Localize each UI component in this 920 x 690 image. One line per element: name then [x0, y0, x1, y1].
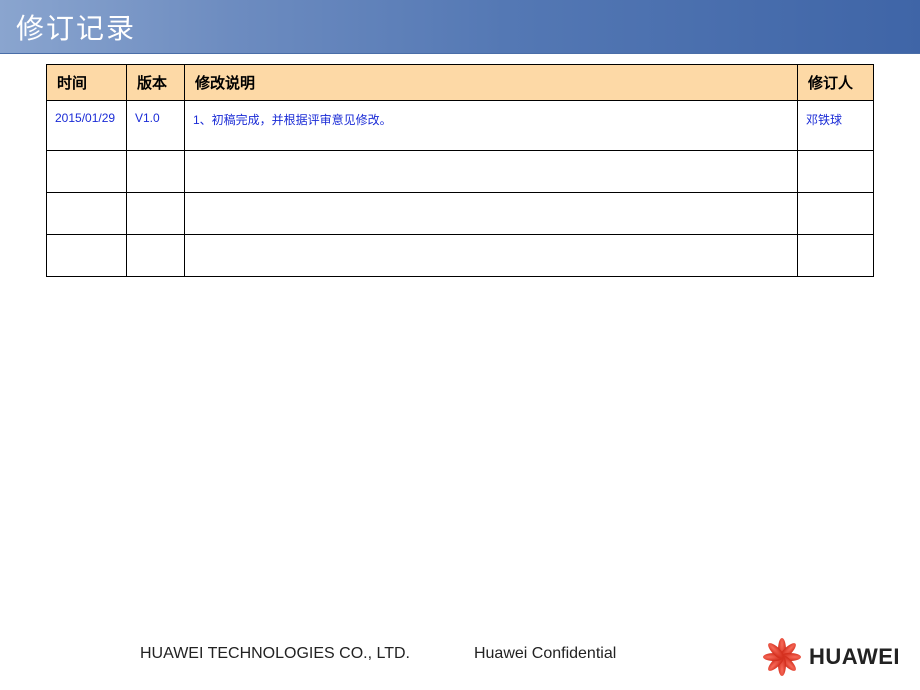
col-header-reviser: 修订人	[798, 65, 874, 101]
revision-table-container: 时间 版本 修改说明 修订人 2015/01/29 V1.0 1、初稿完成，并根…	[0, 54, 920, 277]
cell-time: 2015/01/29	[47, 101, 127, 151]
cell-reviser	[798, 193, 874, 235]
brand-name: HUAWEI	[809, 644, 900, 670]
col-header-time: 时间	[47, 65, 127, 101]
col-header-desc: 修改说明	[185, 65, 798, 101]
slide: 修订记录 时间 版本 修改说明 修订人 2015/01/29 V1.0 1、初稿…	[0, 0, 920, 690]
cell-version	[127, 151, 185, 193]
cell-reviser	[798, 235, 874, 277]
cell-version	[127, 235, 185, 277]
table-row	[47, 235, 874, 277]
cell-desc	[185, 193, 798, 235]
cell-time	[47, 151, 127, 193]
footer-confidential: Huawei Confidential	[474, 645, 616, 663]
page-title: 修订记录	[16, 7, 136, 47]
revision-table: 时间 版本 修改说明 修订人 2015/01/29 V1.0 1、初稿完成，并根…	[46, 64, 874, 277]
footer-company: HUAWEI TECHNOLOGIES CO., LTD.	[140, 645, 410, 663]
table-header-row: 时间 版本 修改说明 修订人	[47, 65, 874, 101]
cell-desc	[185, 151, 798, 193]
cell-version	[127, 193, 185, 235]
col-header-version: 版本	[127, 65, 185, 101]
cell-desc: 1、初稿完成，并根据评审意见修改。	[185, 101, 798, 151]
cell-time	[47, 235, 127, 277]
brand-logo: HUAWEI	[761, 636, 900, 678]
cell-time	[47, 193, 127, 235]
cell-desc	[185, 235, 798, 277]
cell-reviser	[798, 151, 874, 193]
huawei-flower-icon	[761, 636, 803, 678]
table-body: 2015/01/29 V1.0 1、初稿完成，并根据评审意见修改。 邓铁球	[47, 101, 874, 277]
cell-version: V1.0	[127, 101, 185, 151]
table-row	[47, 151, 874, 193]
title-bar: 修订记录	[0, 0, 920, 54]
table-row	[47, 193, 874, 235]
cell-reviser: 邓铁球	[798, 101, 874, 151]
table-row: 2015/01/29 V1.0 1、初稿完成，并根据评审意见修改。 邓铁球	[47, 101, 874, 151]
footer: HUAWEI TECHNOLOGIES CO., LTD. Huawei Con…	[0, 626, 920, 682]
